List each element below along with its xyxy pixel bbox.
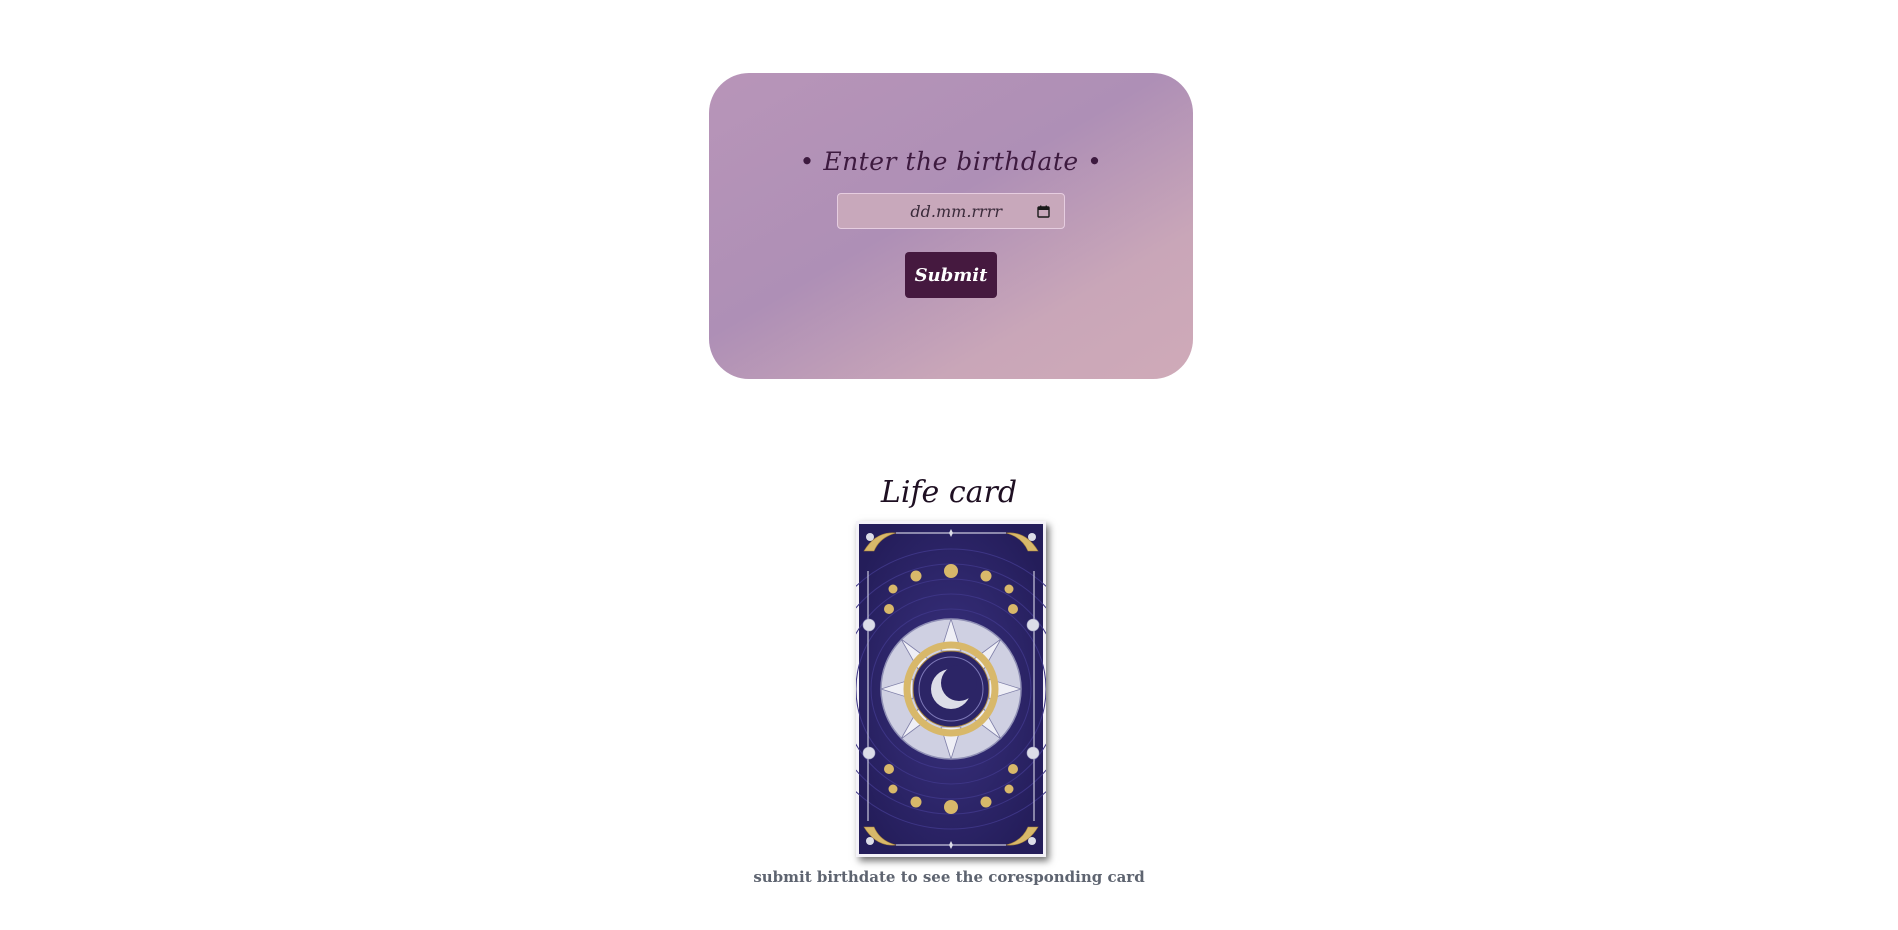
page: • Enter the birthdate • dd.mm.rrrr Submi… [0,0,1898,930]
form-title: • Enter the birthdate • [799,147,1103,176]
birthdate-input-placeholder: dd.mm.rrrr [910,202,1002,221]
birthdate-input[interactable]: dd.mm.rrrr [837,193,1065,229]
birthdate-form-panel: • Enter the birthdate • dd.mm.rrrr Submi… [709,73,1193,379]
submit-button[interactable]: Submit [905,252,997,298]
calendar-icon[interactable] [1037,205,1050,218]
tarot-card-back-image [856,521,1046,857]
card-title: Life card [880,475,1018,510]
card-caption: submit birthdate to see the coresponding… [753,868,1145,886]
